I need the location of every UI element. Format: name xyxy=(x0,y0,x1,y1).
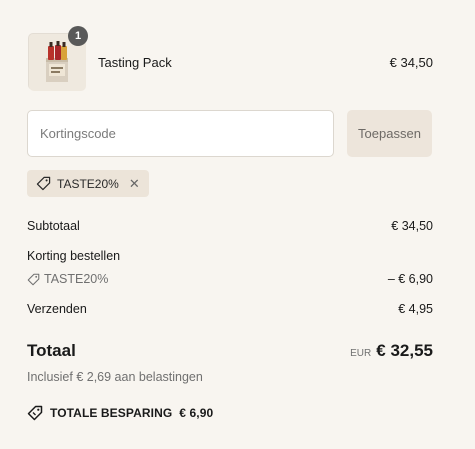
savings-value: € 6,90 xyxy=(179,406,214,420)
total-amount-group: EUR € 32,55 xyxy=(350,341,433,361)
product-name: Tasting Pack xyxy=(98,55,172,70)
quantity-badge: 1 xyxy=(68,26,88,46)
product-price: € 34,50 xyxy=(389,55,433,70)
tag-icon xyxy=(36,176,51,191)
tax-note: Inclusief € 2,69 aan belastingen xyxy=(27,370,203,384)
total-savings: TOTALE BESPARING € 6,90 xyxy=(27,405,213,421)
total-amount: € 32,55 xyxy=(376,341,433,360)
shipping-label: Verzenden xyxy=(27,302,87,316)
subtotal-label: Subtotaal xyxy=(27,219,80,233)
order-summary: 1 Tasting Pack € 34,50 Toepassen TASTE20… xyxy=(0,0,475,449)
subtotal-row: Subtotaal € 34,50 xyxy=(27,219,433,233)
remove-discount-icon[interactable]: ✕ xyxy=(129,176,140,192)
total-label: Totaal xyxy=(27,341,76,360)
discount-label-row: Korting bestellen xyxy=(27,249,433,263)
shipping-row: Verzenden € 4,95 xyxy=(27,302,433,316)
shipping-value: € 4,95 xyxy=(398,302,433,316)
discount-value: – € 6,90 xyxy=(387,272,433,286)
discount-label: Korting bestellen xyxy=(27,249,121,263)
subtotal-value: € 34,50 xyxy=(391,219,433,233)
tag-icon xyxy=(27,273,40,285)
applied-discount-code: TASTE20% xyxy=(57,176,119,191)
discount-code-line: TASTE20% xyxy=(27,272,108,286)
discount-code-input[interactable] xyxy=(27,110,334,157)
currency-code: EUR xyxy=(350,348,372,359)
apply-discount-button[interactable]: Toepassen xyxy=(347,110,432,157)
discount-code-text: TASTE20% xyxy=(44,272,109,286)
discount-row: TASTE20% – € 6,90 xyxy=(27,272,433,286)
savings-tag-icon xyxy=(27,405,43,421)
savings-label: TOTALE BESPARING xyxy=(50,406,173,420)
applied-discount-tag: TASTE20% ✕ xyxy=(27,170,149,197)
